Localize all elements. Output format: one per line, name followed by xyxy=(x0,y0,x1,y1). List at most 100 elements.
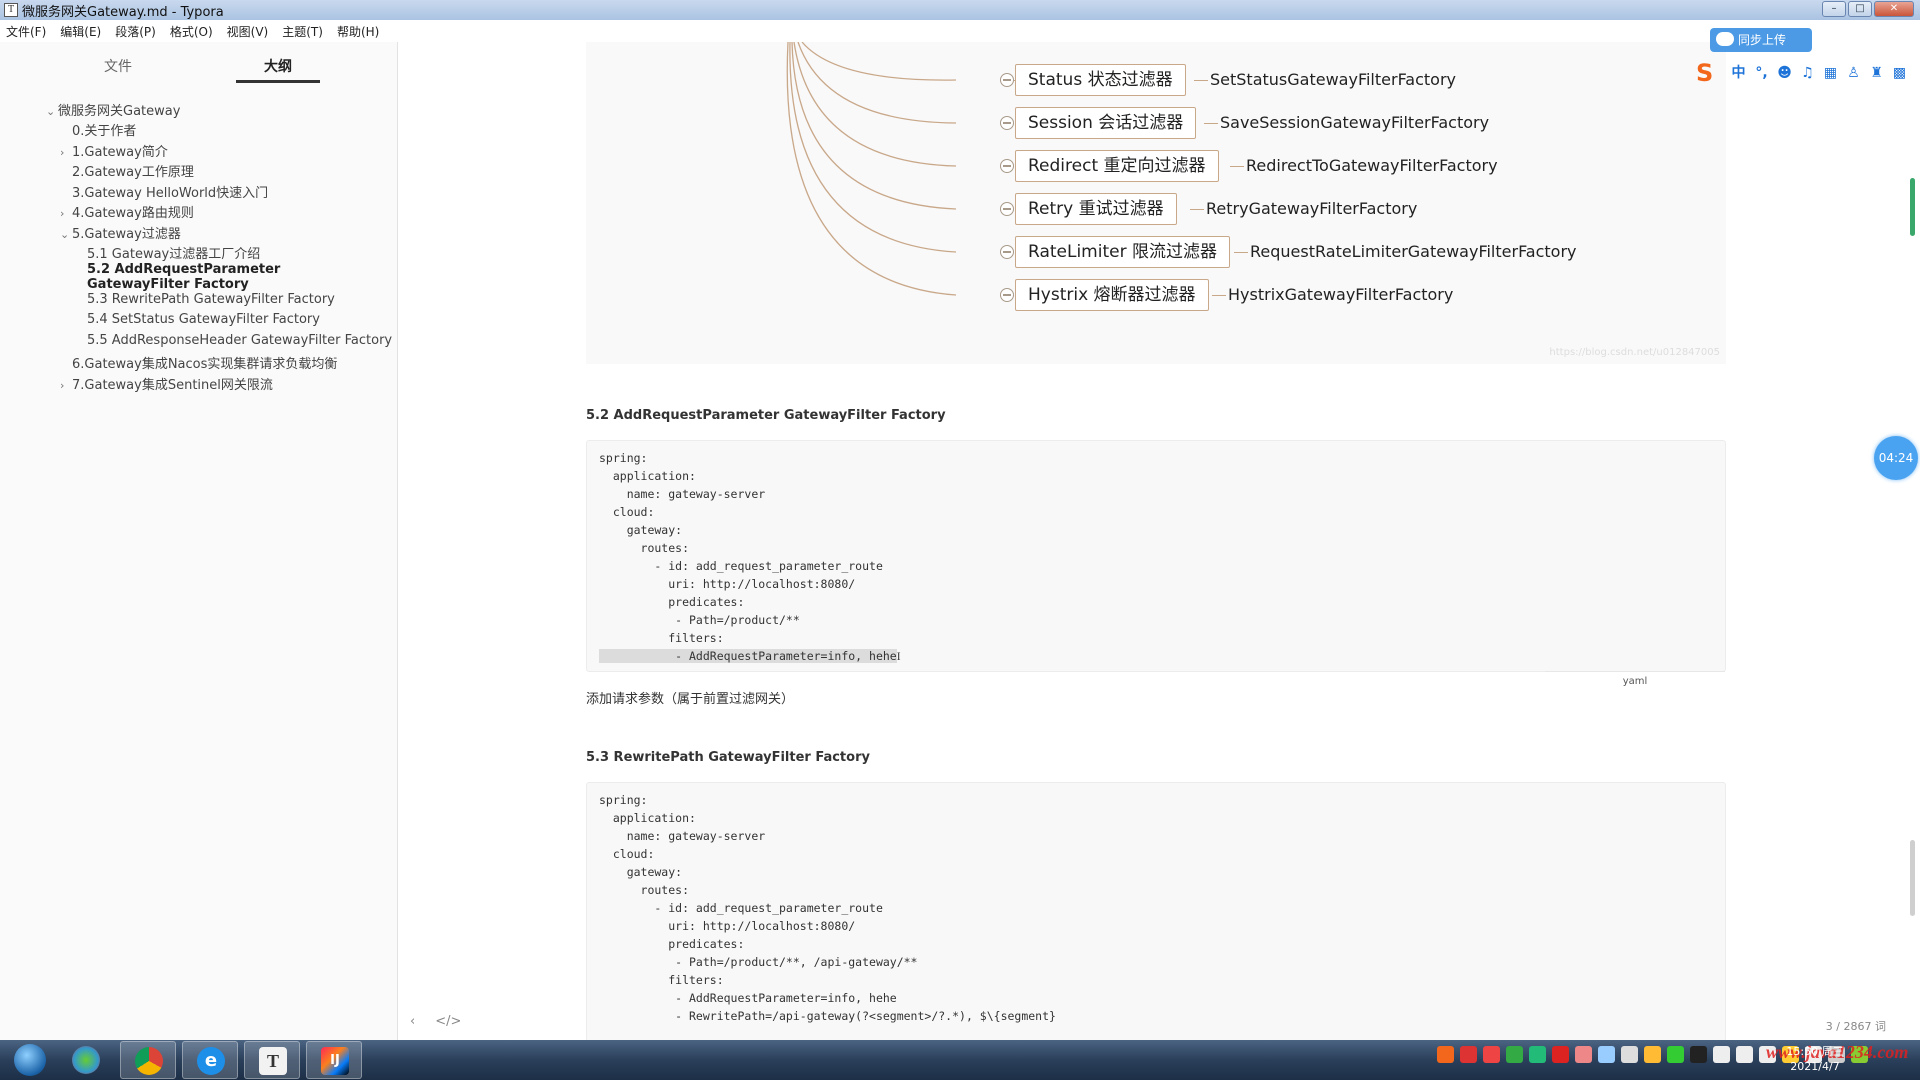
cloud-sync-button[interactable]: 同步上传 xyxy=(1710,28,1812,52)
code-block-yaml[interactable]: spring: application: name: gateway-serve… xyxy=(586,440,1726,691)
tray-icon[interactable] xyxy=(1598,1046,1615,1063)
minimize-button[interactable]: – xyxy=(1822,1,1846,17)
taskbar-app-typora[interactable]: T xyxy=(244,1041,300,1079)
menu-edit[interactable]: 编辑(E) xyxy=(60,23,101,40)
connector xyxy=(1234,252,1248,253)
shield-icon[interactable] xyxy=(1506,1046,1523,1063)
menu-theme[interactable]: 主题(T) xyxy=(282,23,323,40)
start-button[interactable] xyxy=(8,1040,52,1080)
heading-5-2[interactable]: 5.2 AddRequestParameter GatewayFilter Fa… xyxy=(586,408,946,423)
tray-icon[interactable] xyxy=(1552,1046,1569,1063)
outline-item[interactable]: 5.3 RewritePath GatewayFilter Factory xyxy=(75,292,335,307)
sogou-tray-icon[interactable] xyxy=(1437,1046,1454,1063)
taskbar-app-browser[interactable]: e xyxy=(182,1041,238,1079)
sidebar-tabs: 文件 大纲 xyxy=(0,56,398,83)
tray-icon[interactable] xyxy=(1690,1046,1707,1063)
clock[interactable]: 15:50 周三 2021/4/7 xyxy=(1780,1044,1850,1074)
outline-item[interactable]: › 4.Gateway路由规则 xyxy=(60,202,194,221)
tab-outline[interactable]: 大纲 xyxy=(236,56,320,83)
menu-paragraph[interactable]: 段落(P) xyxy=(115,23,156,40)
connector xyxy=(1194,80,1208,81)
tray-icon[interactable] xyxy=(1529,1046,1546,1063)
collapse-circle-icon xyxy=(1000,202,1014,216)
qq-icon[interactable] xyxy=(1736,1046,1753,1063)
clock-time: 15:50 周三 xyxy=(1786,1045,1844,1058)
chevron-right-icon: › xyxy=(60,379,65,392)
mindmap-image: Status 状态过滤器 SetStatusGatewayFilterFacto… xyxy=(586,42,1726,364)
punctuation-icon[interactable]: °, xyxy=(1753,65,1770,82)
mindmap-factory-label: RetryGatewayFilterFactory xyxy=(1206,199,1418,218)
outline-item[interactable]: 5.1 Gateway过滤器工厂介绍 xyxy=(75,243,260,262)
source-mode-icon[interactable]: </> xyxy=(435,1014,461,1029)
menu-view[interactable]: 视图(V) xyxy=(227,23,269,40)
app-icon xyxy=(72,1046,100,1074)
mindmap-node: Status 状态过滤器 xyxy=(1015,64,1186,96)
outline-item[interactable]: 3.Gateway HelloWorld快速入门 xyxy=(60,182,268,201)
editor-content[interactable]: Status 状态过滤器 SetStatusGatewayFilterFacto… xyxy=(400,42,1910,1040)
keyboard-icon[interactable]: ▦ xyxy=(1822,65,1839,82)
cloud-icon xyxy=(1716,32,1734,46)
tray-icon[interactable] xyxy=(1575,1046,1592,1063)
menu-help[interactable]: 帮助(H) xyxy=(337,23,379,40)
scroll-indicator[interactable] xyxy=(1910,178,1915,236)
image-watermark: https://blog.csdn.net/u012847005 xyxy=(1549,347,1720,358)
microphone-icon[interactable]: ♫ xyxy=(1799,65,1816,82)
outline-item[interactable]: ⌄ 微服务网关Gateway xyxy=(46,100,180,119)
heading-5-3[interactable]: 5.3 RewritePath GatewayFilter Factory xyxy=(586,750,870,765)
word-count[interactable]: 3 / 2867 词 xyxy=(1826,1018,1886,1034)
mindmap-factory-label: HystrixGatewayFilterFactory xyxy=(1228,285,1454,304)
toolbox-icon[interactable]: ▩ xyxy=(1891,65,1908,82)
tab-files[interactable]: 文件 xyxy=(76,56,160,76)
user-icon[interactable]: ♙ xyxy=(1845,65,1862,82)
paragraph[interactable]: 添加请求参数（属于前置过滤网关） xyxy=(586,688,794,707)
code-content[interactable]: spring: application: name: gateway-serve… xyxy=(587,441,1725,674)
taskbar-app-chrome[interactable] xyxy=(120,1041,176,1079)
mindmap-node: Redirect 重定向过滤器 xyxy=(1015,150,1219,182)
maximize-button[interactable]: □ xyxy=(1848,1,1872,17)
floating-timer[interactable]: 04:24 xyxy=(1874,436,1918,480)
skin-icon[interactable]: ♜ xyxy=(1868,65,1885,82)
text-cursor-icon: I xyxy=(896,651,901,663)
scrollbar-thumb[interactable] xyxy=(1910,840,1915,916)
menu-format[interactable]: 格式(O) xyxy=(170,23,213,40)
taskbar-app-pinned[interactable] xyxy=(58,1041,114,1079)
outline-item[interactable]: 2.Gateway工作原理 xyxy=(60,161,194,180)
tray-icon[interactable] xyxy=(1483,1046,1500,1063)
outline-item-active[interactable]: 5.2 AddRequestParameter GatewayFilter Fa… xyxy=(87,262,387,292)
outline-item[interactable]: › 1.Gateway简介 xyxy=(60,141,168,160)
wps-tray-icon[interactable] xyxy=(1460,1046,1477,1063)
connector xyxy=(1212,295,1226,296)
code-block-yaml[interactable]: spring: application: name: gateway-serve… xyxy=(586,782,1726,1040)
close-button[interactable]: ✕ xyxy=(1874,1,1914,17)
mindmap-factory-label: RequestRateLimiterGatewayFilterFactory xyxy=(1250,242,1577,261)
outline-item[interactable]: 6.Gateway集成Nacos实现集群请求负载均衡 xyxy=(60,353,337,372)
clock-date: 2021/4/7 xyxy=(1790,1060,1840,1073)
outline-item[interactable]: 5.5 AddResponseHeader GatewayFilter Fact… xyxy=(75,333,392,348)
sogou-logo-icon[interactable]: S xyxy=(1696,60,1724,86)
outline-item[interactable]: › 7.Gateway集成Sentinel网关限流 xyxy=(60,374,273,393)
window-controls: – □ ✕ xyxy=(1822,1,1914,17)
connector xyxy=(1230,166,1244,167)
ime-mode-button[interactable]: 中 xyxy=(1730,65,1747,82)
toggle-sidebar-icon[interactable]: ‹ xyxy=(410,1014,415,1029)
mindmap-node: Session 会话过滤器 xyxy=(1015,107,1197,139)
outline-item[interactable]: ⌄ 5.Gateway过滤器 xyxy=(60,223,181,242)
wechat-icon[interactable] xyxy=(1667,1046,1684,1063)
collapse-circle-icon xyxy=(1000,73,1014,87)
sidebar: 文件 大纲 ⌄ 微服务网关Gateway 0.关于作者 › 1.Gateway简介 … xyxy=(0,42,398,1040)
connector xyxy=(1204,123,1218,124)
taskbar-app-intellij[interactable]: IJ xyxy=(306,1041,362,1079)
outline-item[interactable]: 0.关于作者 xyxy=(60,120,136,139)
windows-logo-icon xyxy=(14,1044,46,1076)
tray-icon[interactable] xyxy=(1644,1046,1661,1063)
outline-item[interactable]: 5.4 SetStatus GatewayFilter Factory xyxy=(75,312,320,327)
window-title: 微服务网关Gateway.md - Typora xyxy=(22,4,224,20)
code-language-input[interactable]: yaml xyxy=(1545,671,1725,691)
code-content[interactable]: spring: application: name: gateway-serve… xyxy=(587,783,1725,1033)
typora-app-icon: T xyxy=(4,3,18,17)
emoji-icon[interactable]: ☻ xyxy=(1776,65,1793,82)
mindmap-node: Retry 重试过滤器 xyxy=(1015,193,1177,225)
tray-icon[interactable] xyxy=(1621,1046,1638,1063)
qq-icon[interactable] xyxy=(1713,1046,1730,1063)
menu-file[interactable]: 文件(F) xyxy=(6,23,46,40)
